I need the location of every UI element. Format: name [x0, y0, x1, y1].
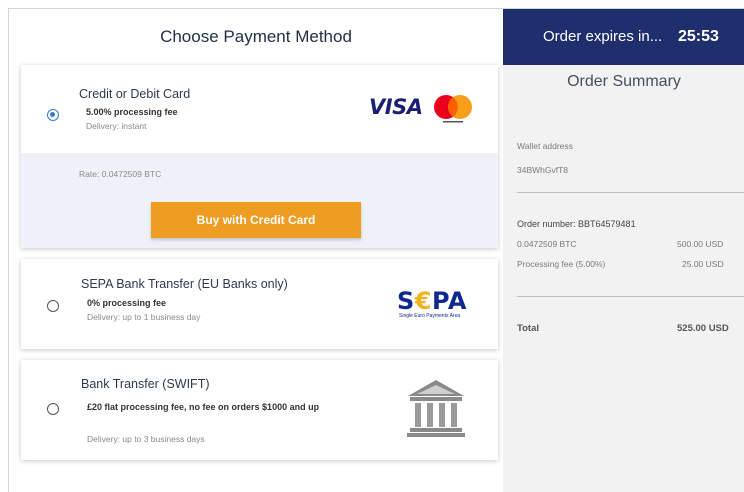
bank-icon — [407, 380, 465, 437]
payment-method-panel: Choose Payment Method Credit or Debit Ca… — [9, 9, 503, 492]
order-summary-title: Order Summary — [567, 73, 681, 90]
divider — [517, 192, 744, 193]
page-title: Choose Payment Method — [160, 27, 352, 46]
divider — [517, 296, 744, 297]
swift-option-title: Bank Transfer (SWIFT) — [81, 377, 210, 391]
expiry-countdown: 25:53 — [678, 28, 719, 45]
sepa-option-fee: 0% processing fee — [87, 298, 167, 308]
checkout-frame: Choose Payment Method Credit or Debit Ca… — [8, 8, 744, 492]
payment-option-card[interactable]: SEPA Bank Transfer (EU Banks only) 0% pr… — [21, 259, 498, 349]
wallet-address-label: Wallet address — [517, 141, 573, 151]
visa-logo: VISA — [369, 95, 423, 119]
swift-option-delivery: Delivery: up to 3 business days — [87, 434, 205, 444]
buy-with-credit-card-button[interactable]: Buy with Credit Card — [151, 202, 361, 238]
order-expiry-banner: Order expires in... 25:53 — [503, 9, 744, 65]
card-option-fee: 5.00% processing fee — [86, 107, 178, 117]
sepa-logo-text: S€PA — [397, 287, 467, 315]
line-item-label: 0.0472509 BTC — [517, 239, 577, 249]
card-option-title: Credit or Debit Card — [79, 87, 191, 101]
swift-radio[interactable] — [47, 403, 59, 415]
card-radio-selected[interactable] — [47, 109, 59, 121]
swift-option-fee: £20 flat processing fee, no fee on order… — [87, 402, 320, 412]
payment-option-card[interactable]: Credit or Debit Card 5.00% processing fe… — [21, 65, 498, 248]
expiry-label: Order expires in... — [543, 28, 663, 45]
sepa-option-title: SEPA Bank Transfer (EU Banks only) — [81, 277, 288, 291]
payment-option-details: Rate: 0.0472509 BTC Buy with Credit Card — [21, 153, 498, 248]
order-summary-panel: Order expires in... 25:53 Order Summary … — [503, 9, 744, 492]
mastercard-logo — [434, 95, 472, 123]
card-option-delivery: Delivery: instant — [86, 121, 147, 131]
sepa-option-delivery: Delivery: up to 1 business day — [87, 312, 201, 322]
sepa-logo: S€PA Single Euro Payments Area — [397, 287, 479, 321]
payment-option-header: Credit or Debit Card 5.00% processing fe… — [21, 65, 498, 153]
processing-fee-value: 25.00 USD — [682, 259, 724, 269]
payment-option-card[interactable]: Bank Transfer (SWIFT) £20 flat processin… — [21, 360, 498, 460]
line-item-value: 500.00 USD — [677, 239, 724, 249]
processing-fee-label: Processing fee (5.00%) — [517, 259, 606, 269]
sepa-logo-subtitle: Single Euro Payments Area — [399, 313, 461, 319]
total-label: Total — [517, 323, 539, 334]
sepa-radio[interactable] — [47, 300, 59, 312]
wallet-address-value: 34BWhGvfT8 — [517, 165, 569, 175]
exchange-rate: Rate: 0.0472509 BTC — [79, 169, 162, 179]
order-number: Order number: BBT64579481 — [517, 219, 636, 229]
total-value: 525.00 USD — [677, 323, 729, 334]
